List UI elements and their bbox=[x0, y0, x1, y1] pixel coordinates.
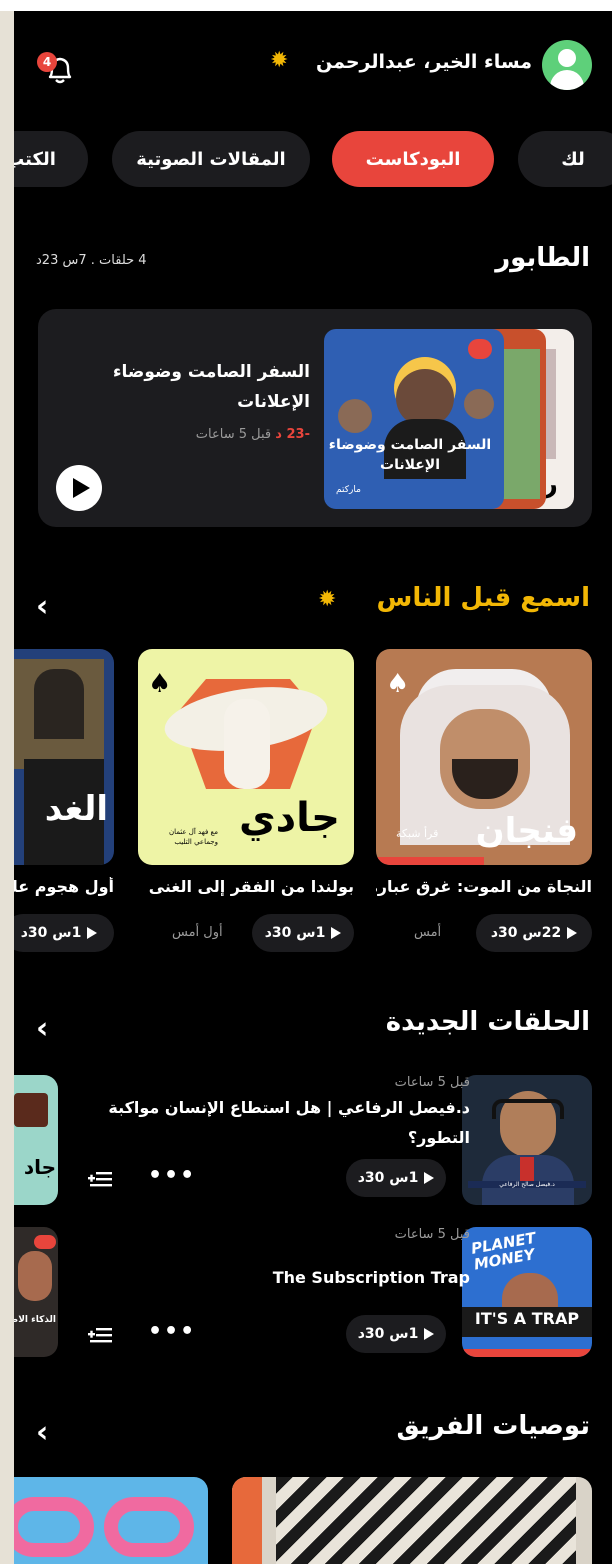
podcast-cover-jadi[interactable]: ♠ جادي مع فهد آل عثمان وجماعي التليب bbox=[138, 649, 354, 865]
podcast-title: أول هجوم على bbox=[14, 877, 114, 896]
fenjan-cover-sub: قرأ شبكة bbox=[396, 827, 439, 840]
queue-card[interactable]: را السفر الصامت وضوضاء الإعلانات ماركتم … bbox=[38, 309, 592, 527]
podcast-ago: أمس bbox=[414, 925, 442, 940]
window-top-margin bbox=[0, 0, 612, 11]
episode-ago: قبل 5 ساعات bbox=[394, 1227, 470, 1242]
podcast-ago: أول أمس bbox=[172, 925, 223, 940]
queue-item-cover: السفر الصامت وضوضاء الإعلانات ماركتم bbox=[324, 329, 504, 509]
new-episodes-title: الحلقات الجديدة bbox=[385, 1007, 590, 1037]
episode-cover-top: PLANET MONEY bbox=[469, 1228, 538, 1274]
queue-item-ago: قبل 5 ساعات bbox=[195, 427, 272, 442]
partial-cover-word: الغد bbox=[44, 789, 108, 829]
listen-first-chevron-icon[interactable]: ‹ bbox=[36, 589, 48, 624]
queue-cover-brand: ماركتم bbox=[336, 485, 361, 495]
play-duration-button[interactable]: 1س 30د bbox=[14, 914, 114, 952]
podcast-title: النجاة من الموت: غرق عبارة bbox=[376, 877, 592, 896]
more-options-icon[interactable]: ••• bbox=[148, 1319, 196, 1344]
add-to-queue-icon[interactable] bbox=[88, 1169, 114, 1193]
progress-bar bbox=[462, 1349, 592, 1357]
play-duration-button[interactable]: 1س 30د bbox=[252, 914, 354, 952]
queue-summary: 4 حلقات . 7س 23د bbox=[36, 253, 147, 268]
episode-cover[interactable]: PLANET MONEY IT'S A TRAP bbox=[462, 1227, 592, 1357]
window-left-edge bbox=[0, 11, 14, 1564]
jadi-cover-word: جادي bbox=[238, 795, 340, 841]
episode-title: د.فيصل الرفاعي | هل استطاع الإنسان مواكب… bbox=[108, 1098, 470, 1147]
progress-bar bbox=[376, 857, 484, 865]
episode-cover-bottom: IT'S A TRAP bbox=[474, 1309, 580, 1328]
episode-cover-caption: د.فيصل صالح الرفاعي bbox=[468, 1181, 586, 1188]
podcast-cover-partial[interactable]: الغد bbox=[14, 649, 114, 865]
queue-cover-caption: السفر الصامت وضوضاء الإعلانات bbox=[328, 437, 492, 473]
play-duration-button[interactable]: 1س 30د bbox=[346, 1159, 446, 1197]
tab-for-you[interactable]: لك bbox=[518, 131, 612, 187]
episode-ago: قبل 5 ساعات bbox=[394, 1075, 470, 1090]
podcast-cover-fenjan[interactable]: ♠ فنجان قرأ شبكة bbox=[376, 649, 592, 865]
fenjan-cover-word: فنجان bbox=[475, 811, 578, 851]
jadi-cover-sub: مع فهد آل عثمان وجماعي التليب bbox=[168, 828, 218, 846]
episode-cover[interactable]: د.فيصل صالح الرفاعي bbox=[462, 1075, 592, 1205]
app-screen: مساء الخير، عبدالرحمن ✹ 4 لك البودكاست ا… bbox=[14, 11, 612, 1564]
user-avatar[interactable] bbox=[542, 40, 592, 90]
more-options-icon[interactable]: ••• bbox=[148, 1163, 196, 1188]
add-to-queue-icon[interactable] bbox=[88, 1325, 114, 1349]
episode-title: The Subscription Trap bbox=[272, 1268, 470, 1287]
team-picks-title: توصيات الفريق bbox=[396, 1411, 590, 1441]
queue-play-button[interactable] bbox=[56, 465, 102, 511]
side-episode-cover[interactable]: الذكاء الاصطناعي bbox=[14, 1227, 58, 1357]
episode-rank-icon: ♠ bbox=[148, 669, 172, 699]
podcast-title: بولندا من الفقر إلى الغنى bbox=[148, 877, 354, 896]
tab-audio-articles[interactable]: المقالات الصوتية bbox=[112, 131, 310, 187]
tab-podcasts[interactable]: البودكاست bbox=[332, 131, 494, 187]
tab-books[interactable]: الكتب bbox=[14, 131, 88, 187]
listen-first-star-icon: ✹ bbox=[318, 587, 337, 612]
side-cover-word: جاد bbox=[23, 1155, 56, 1179]
play-duration-button[interactable]: 22س 30د bbox=[476, 914, 592, 952]
side-cover-word: الذكاء الاصطناعي bbox=[14, 1315, 56, 1325]
listen-first-title: اسمع قبل الناس bbox=[376, 583, 590, 613]
episode-rank-icon: ♠ bbox=[386, 669, 410, 699]
notification-badge: 4 bbox=[37, 52, 57, 72]
team-picks-chevron-icon[interactable]: ‹ bbox=[36, 1415, 48, 1450]
team-pick-cover[interactable] bbox=[232, 1477, 592, 1564]
team-pick-cover[interactable] bbox=[14, 1477, 208, 1564]
premium-star-icon: ✹ bbox=[270, 48, 289, 73]
greeting-text: مساء الخير، عبدالرحمن bbox=[315, 51, 532, 73]
queue-title: الطابور bbox=[495, 243, 590, 273]
play-duration-button[interactable]: 1س 30د bbox=[346, 1315, 446, 1353]
queue-item-remaining: -23 د bbox=[275, 427, 310, 442]
queue-item-title: السفر الصامت وضوضاء الإعلانات bbox=[112, 362, 310, 412]
new-episodes-chevron-icon[interactable]: ‹ bbox=[36, 1011, 48, 1046]
side-episode-cover[interactable]: جاد bbox=[14, 1075, 58, 1205]
